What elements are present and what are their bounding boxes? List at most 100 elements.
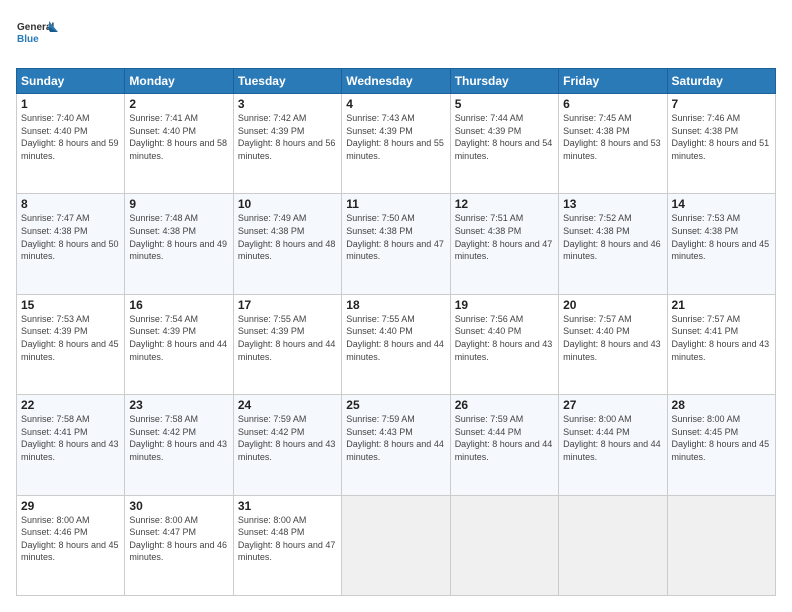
- calendar-cell: 13 Sunrise: 7:52 AM Sunset: 4:38 PM Dayl…: [559, 194, 667, 294]
- page: General Blue SundayMondayTuesdayWednesda…: [0, 0, 792, 612]
- day-info: Sunrise: 7:46 AM Sunset: 4:38 PM Dayligh…: [672, 112, 771, 162]
- calendar-cell: 29 Sunrise: 8:00 AM Sunset: 4:46 PM Dayl…: [17, 495, 125, 595]
- calendar-week-row: 1 Sunrise: 7:40 AM Sunset: 4:40 PM Dayli…: [17, 94, 776, 194]
- day-info: Sunrise: 7:57 AM Sunset: 4:41 PM Dayligh…: [672, 313, 771, 363]
- calendar-cell: 10 Sunrise: 7:49 AM Sunset: 4:38 PM Dayl…: [233, 194, 341, 294]
- calendar-week-row: 22 Sunrise: 7:58 AM Sunset: 4:41 PM Dayl…: [17, 395, 776, 495]
- calendar-cell: 1 Sunrise: 7:40 AM Sunset: 4:40 PM Dayli…: [17, 94, 125, 194]
- day-number: 1: [21, 97, 120, 111]
- calendar-cell: 27 Sunrise: 8:00 AM Sunset: 4:44 PM Dayl…: [559, 395, 667, 495]
- day-number: 26: [455, 398, 554, 412]
- calendar-day-header: Tuesday: [233, 69, 341, 94]
- day-number: 16: [129, 298, 228, 312]
- calendar-cell: [667, 495, 775, 595]
- day-number: 21: [672, 298, 771, 312]
- day-number: 4: [346, 97, 445, 111]
- calendar-cell: 25 Sunrise: 7:59 AM Sunset: 4:43 PM Dayl…: [342, 395, 450, 495]
- calendar-day-header: Monday: [125, 69, 233, 94]
- day-info: Sunrise: 7:58 AM Sunset: 4:41 PM Dayligh…: [21, 413, 120, 463]
- day-number: 8: [21, 197, 120, 211]
- calendar-header-row: SundayMondayTuesdayWednesdayThursdayFrid…: [17, 69, 776, 94]
- calendar-cell: 17 Sunrise: 7:55 AM Sunset: 4:39 PM Dayl…: [233, 294, 341, 394]
- calendar-cell: 12 Sunrise: 7:51 AM Sunset: 4:38 PM Dayl…: [450, 194, 558, 294]
- calendar-cell: 2 Sunrise: 7:41 AM Sunset: 4:40 PM Dayli…: [125, 94, 233, 194]
- day-info: Sunrise: 7:53 AM Sunset: 4:39 PM Dayligh…: [21, 313, 120, 363]
- calendar-week-row: 8 Sunrise: 7:47 AM Sunset: 4:38 PM Dayli…: [17, 194, 776, 294]
- calendar-day-header: Sunday: [17, 69, 125, 94]
- day-info: Sunrise: 7:57 AM Sunset: 4:40 PM Dayligh…: [563, 313, 662, 363]
- calendar-cell: 5 Sunrise: 7:44 AM Sunset: 4:39 PM Dayli…: [450, 94, 558, 194]
- calendar-day-header: Wednesday: [342, 69, 450, 94]
- calendar-cell: 18 Sunrise: 7:55 AM Sunset: 4:40 PM Dayl…: [342, 294, 450, 394]
- calendar-week-row: 15 Sunrise: 7:53 AM Sunset: 4:39 PM Dayl…: [17, 294, 776, 394]
- day-info: Sunrise: 8:00 AM Sunset: 4:44 PM Dayligh…: [563, 413, 662, 463]
- day-number: 25: [346, 398, 445, 412]
- day-number: 12: [455, 197, 554, 211]
- calendar-cell: 28 Sunrise: 8:00 AM Sunset: 4:45 PM Dayl…: [667, 395, 775, 495]
- calendar-table: SundayMondayTuesdayWednesdayThursdayFrid…: [16, 68, 776, 596]
- day-number: 28: [672, 398, 771, 412]
- day-info: Sunrise: 7:40 AM Sunset: 4:40 PM Dayligh…: [21, 112, 120, 162]
- day-number: 15: [21, 298, 120, 312]
- calendar-cell: 14 Sunrise: 7:53 AM Sunset: 4:38 PM Dayl…: [667, 194, 775, 294]
- day-info: Sunrise: 8:00 AM Sunset: 4:45 PM Dayligh…: [672, 413, 771, 463]
- logo-svg: General Blue: [16, 16, 58, 58]
- day-number: 20: [563, 298, 662, 312]
- day-info: Sunrise: 7:55 AM Sunset: 4:39 PM Dayligh…: [238, 313, 337, 363]
- calendar-cell: 30 Sunrise: 8:00 AM Sunset: 4:47 PM Dayl…: [125, 495, 233, 595]
- calendar-day-header: Saturday: [667, 69, 775, 94]
- calendar-week-row: 29 Sunrise: 8:00 AM Sunset: 4:46 PM Dayl…: [17, 495, 776, 595]
- calendar-cell: 19 Sunrise: 7:56 AM Sunset: 4:40 PM Dayl…: [450, 294, 558, 394]
- day-info: Sunrise: 8:00 AM Sunset: 4:46 PM Dayligh…: [21, 514, 120, 564]
- calendar-cell: 22 Sunrise: 7:58 AM Sunset: 4:41 PM Dayl…: [17, 395, 125, 495]
- day-number: 17: [238, 298, 337, 312]
- day-number: 29: [21, 499, 120, 513]
- day-info: Sunrise: 8:00 AM Sunset: 4:47 PM Dayligh…: [129, 514, 228, 564]
- day-info: Sunrise: 7:54 AM Sunset: 4:39 PM Dayligh…: [129, 313, 228, 363]
- day-number: 5: [455, 97, 554, 111]
- day-info: Sunrise: 7:48 AM Sunset: 4:38 PM Dayligh…: [129, 212, 228, 262]
- calendar-cell: 26 Sunrise: 7:59 AM Sunset: 4:44 PM Dayl…: [450, 395, 558, 495]
- day-number: 11: [346, 197, 445, 211]
- day-info: Sunrise: 7:43 AM Sunset: 4:39 PM Dayligh…: [346, 112, 445, 162]
- logo: General Blue: [16, 16, 58, 58]
- day-number: 22: [21, 398, 120, 412]
- day-number: 14: [672, 197, 771, 211]
- day-info: Sunrise: 7:59 AM Sunset: 4:44 PM Dayligh…: [455, 413, 554, 463]
- calendar-cell: 31 Sunrise: 8:00 AM Sunset: 4:48 PM Dayl…: [233, 495, 341, 595]
- calendar-cell: 15 Sunrise: 7:53 AM Sunset: 4:39 PM Dayl…: [17, 294, 125, 394]
- day-info: Sunrise: 7:47 AM Sunset: 4:38 PM Dayligh…: [21, 212, 120, 262]
- day-info: Sunrise: 7:55 AM Sunset: 4:40 PM Dayligh…: [346, 313, 445, 363]
- day-info: Sunrise: 7:53 AM Sunset: 4:38 PM Dayligh…: [672, 212, 771, 262]
- calendar-cell: 16 Sunrise: 7:54 AM Sunset: 4:39 PM Dayl…: [125, 294, 233, 394]
- calendar-cell: [559, 495, 667, 595]
- day-number: 2: [129, 97, 228, 111]
- day-number: 9: [129, 197, 228, 211]
- calendar-cell: 9 Sunrise: 7:48 AM Sunset: 4:38 PM Dayli…: [125, 194, 233, 294]
- day-number: 31: [238, 499, 337, 513]
- calendar-cell: 6 Sunrise: 7:45 AM Sunset: 4:38 PM Dayli…: [559, 94, 667, 194]
- calendar-cell: 11 Sunrise: 7:50 AM Sunset: 4:38 PM Dayl…: [342, 194, 450, 294]
- calendar-cell: 24 Sunrise: 7:59 AM Sunset: 4:42 PM Dayl…: [233, 395, 341, 495]
- calendar-cell: [342, 495, 450, 595]
- day-number: 10: [238, 197, 337, 211]
- day-number: 30: [129, 499, 228, 513]
- day-info: Sunrise: 7:56 AM Sunset: 4:40 PM Dayligh…: [455, 313, 554, 363]
- calendar-cell: 4 Sunrise: 7:43 AM Sunset: 4:39 PM Dayli…: [342, 94, 450, 194]
- day-number: 13: [563, 197, 662, 211]
- day-info: Sunrise: 7:51 AM Sunset: 4:38 PM Dayligh…: [455, 212, 554, 262]
- calendar-cell: 23 Sunrise: 7:58 AM Sunset: 4:42 PM Dayl…: [125, 395, 233, 495]
- day-number: 7: [672, 97, 771, 111]
- calendar-cell: 7 Sunrise: 7:46 AM Sunset: 4:38 PM Dayli…: [667, 94, 775, 194]
- day-number: 24: [238, 398, 337, 412]
- day-info: Sunrise: 8:00 AM Sunset: 4:48 PM Dayligh…: [238, 514, 337, 564]
- day-info: Sunrise: 7:58 AM Sunset: 4:42 PM Dayligh…: [129, 413, 228, 463]
- calendar-day-header: Friday: [559, 69, 667, 94]
- day-info: Sunrise: 7:59 AM Sunset: 4:43 PM Dayligh…: [346, 413, 445, 463]
- day-info: Sunrise: 7:49 AM Sunset: 4:38 PM Dayligh…: [238, 212, 337, 262]
- day-info: Sunrise: 7:52 AM Sunset: 4:38 PM Dayligh…: [563, 212, 662, 262]
- calendar-day-header: Thursday: [450, 69, 558, 94]
- day-info: Sunrise: 7:44 AM Sunset: 4:39 PM Dayligh…: [455, 112, 554, 162]
- day-info: Sunrise: 7:42 AM Sunset: 4:39 PM Dayligh…: [238, 112, 337, 162]
- day-number: 3: [238, 97, 337, 111]
